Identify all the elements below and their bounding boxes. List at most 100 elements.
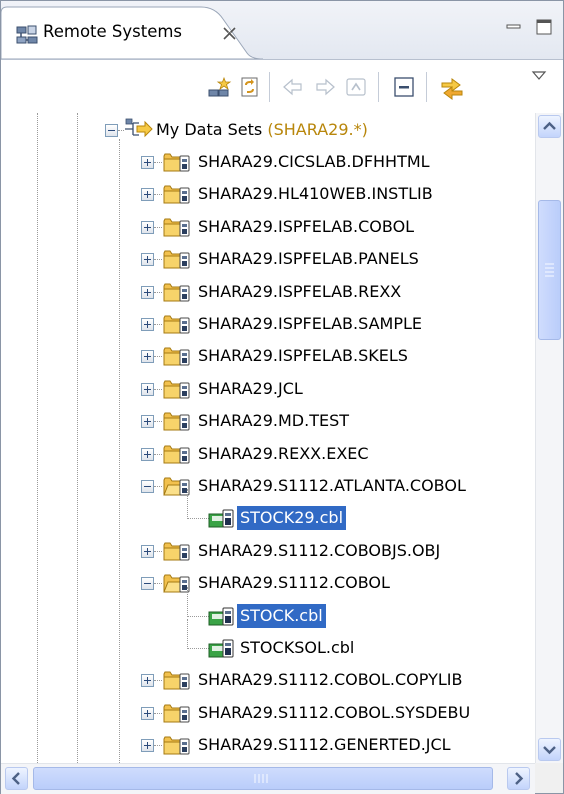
collapse-all-icon[interactable] [391,74,417,100]
forward-icon[interactable] [312,74,338,100]
scroll-left-button[interactable] [5,767,28,790]
scroll-up-button[interactable] [538,115,561,138]
open-folder-icon [163,474,193,498]
dataset-label: SHARA29.JCL [198,378,303,398]
tree-root-my-data-sets[interactable]: My Data Sets (SHARA29.*) [1,115,535,147]
tree-connector [154,583,162,585]
expand-toggle[interactable] [141,739,154,753]
expand-toggle[interactable] [141,350,154,364]
dataset-label: SHARA29.ISPFELAB.REXX [198,281,402,301]
new-connection-icon[interactable] [206,74,232,100]
dataset-label: SHARA29.S1112.GENERTED.JCL [198,735,451,755]
folder-icon [163,733,193,757]
tree-guide-line [187,586,188,617]
expand-toggle[interactable] [141,415,154,429]
expand-toggle[interactable] [141,285,154,299]
collapse-toggle[interactable] [141,577,154,591]
refresh-icon[interactable] [237,74,263,100]
tree-connector [154,745,162,747]
folder-icon [163,247,193,271]
root-filter: (SHARA29.*) [267,120,368,139]
dataset-label: SHARA29.ISPFELAB.COBOL [198,216,415,236]
tree-dataset-item[interactable]: SHARA29.S1112.GENERTED.JCL [1,730,535,762]
link-with-editor-icon[interactable] [439,74,465,100]
folder-icon [163,312,193,336]
dataset-label: SHARA29.S1112.COBOL [198,573,390,593]
tab-remote-systems[interactable]: Remote Systems [1,1,263,59]
expand-toggle[interactable] [141,382,154,396]
remote-systems-tree[interactable]: My Data Sets (SHARA29.*) SHARA29.CICSLAB… [1,113,535,763]
minimize-icon[interactable] [503,17,525,37]
expand-toggle[interactable] [141,447,154,461]
tree-connector [154,162,162,163]
folder-icon [163,150,193,174]
expand-toggle[interactable] [141,253,154,267]
tree-dataset-item[interactable]: SHARA29.S1112.COBOBJS.OBJ [1,536,535,568]
tree-connector [154,712,162,714]
collapse-toggle[interactable] [105,124,118,137]
horizontal-scrollbar[interactable] [1,763,535,794]
collapse-toggle[interactable] [141,480,154,493]
vertical-scrollbar[interactable] [535,113,563,763]
horizontal-scroll-thumb[interactable] [33,767,493,790]
dataset-label: SHARA29.S1112.COBOL.SYSDEBU [198,702,471,722]
tree-dataset-item[interactable]: SHARA29.MD.TEST [1,406,535,438]
view-menu-icon[interactable] [527,66,553,92]
tree-dataset-item[interactable]: SHARA29.S1112.COBOL.COPYLIB [1,665,535,697]
tab-title: Remote Systems [43,22,183,41]
folder-icon [163,442,193,466]
tree-dataset-item[interactable]: SHARA29.REXX.EXEC [1,439,535,471]
tree-dataset-item[interactable]: SHARA29.ISPFELAB.SAMPLE [1,309,535,341]
cobol-file-icon [206,604,236,628]
maximize-icon[interactable] [533,17,555,37]
back-icon[interactable] [280,74,306,100]
dataset-label: SHARA29.S1112.COBOBJS.OBJ [198,540,441,560]
dataset-label: SHARA29.MD.TEST [198,411,350,431]
view-toolbar [1,60,563,112]
dataset-label: SHARA29.ISPFELAB.PANELS [198,249,419,269]
tree-connector [154,226,162,228]
tree-dataset-item[interactable]: SHARA29.ISPFELAB.SKELS [1,341,535,373]
tree-connector [154,680,162,682]
tree-connector [154,486,162,487]
expand-toggle[interactable] [141,156,154,169]
up-icon[interactable] [343,74,369,100]
tree-member-item[interactable]: STOCKSOL.cbl [1,633,535,665]
filter-icon [123,117,153,141]
expand-toggle[interactable] [141,220,154,234]
vertical-scroll-thumb[interactable] [538,200,561,340]
tree-dataset-item[interactable]: SHARA29.ISPFELAB.PANELS [1,244,535,276]
expand-toggle[interactable] [141,318,154,331]
scrollbar-corner [535,763,563,793]
tree-dataset-item[interactable]: SHARA29.S1112.COBOL [1,568,535,600]
folder-icon [163,344,193,368]
dataset-label: SHARA29.HL410WEB.INSTLIB [198,184,433,204]
tree-connector [154,550,162,552]
tree-dataset-item[interactable]: SHARA29.ISPFELAB.COBOL [1,212,535,244]
tree-connector [154,324,162,325]
tree-connector [154,453,162,455]
tree-dataset-item[interactable]: SHARA29.S1112.COBOL.SYSDEBU [1,698,535,730]
toolbar-separator [269,72,270,102]
expand-toggle[interactable] [141,706,154,720]
tree-dataset-item[interactable]: SHARA29.HL410WEB.INSTLIB [1,179,535,211]
tree-connector [154,356,162,358]
tree-connector [154,194,162,196]
expand-toggle[interactable] [141,674,154,688]
close-icon[interactable] [221,25,238,42]
tree-dataset-item[interactable]: SHARA29.CICSLAB.DFHHTML [1,147,535,179]
toolbar-separator [426,72,427,102]
tree-dataset-item[interactable]: SHARA29.S1112.ATLANTA.COBOL [1,471,535,503]
scroll-right-button[interactable] [507,767,530,790]
expand-toggle[interactable] [141,544,154,558]
expand-toggle[interactable] [141,188,154,202]
member-label: STOCK.cbl [237,603,326,628]
tree-member-item[interactable]: STOCK.cbl [1,601,535,633]
tree-dataset-item[interactable]: SHARA29.ISPFELAB.REXX [1,277,535,309]
tree-member-item[interactable]: STOCK29.cbl [1,503,535,535]
scroll-down-button[interactable] [538,738,561,761]
tree-connector [154,388,162,390]
toolbar-separator [378,72,379,102]
tree-dataset-item[interactable]: SHARA29.JCL [1,374,535,406]
folder-icon [163,280,193,304]
